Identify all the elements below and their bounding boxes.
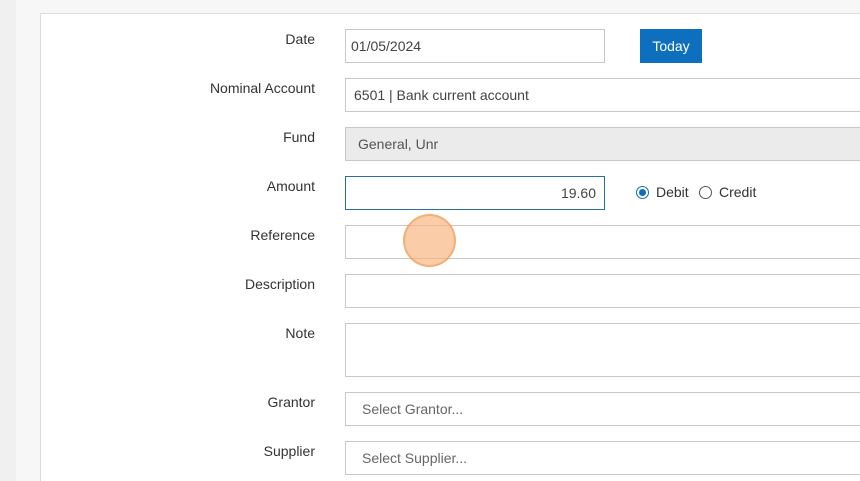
amount-field[interactable]: 19.60 — [345, 176, 605, 210]
debit-radio[interactable] — [636, 185, 649, 199]
credit-option[interactable]: Credit — [699, 184, 756, 200]
grantor-select[interactable]: Select Grantor... — [345, 392, 860, 426]
supplier-select[interactable]: Select Supplier... — [345, 441, 860, 475]
nominal-account-label: Nominal Account — [209, 80, 315, 96]
description-field[interactable] — [345, 274, 860, 308]
credit-label: Credit — [719, 184, 757, 200]
date-field[interactable]: 01/05/2024 — [345, 29, 605, 63]
today-button[interactable]: Today — [640, 29, 702, 63]
reference-label: Reference — [250, 227, 315, 243]
debit-option[interactable]: Debit — [636, 184, 689, 200]
description-label: Description — [244, 276, 315, 292]
supplier-label: Supplier — [263, 443, 315, 459]
date-label: Date — [285, 31, 315, 47]
grantor-label: Grantor — [267, 394, 315, 410]
nominal-account-select[interactable]: 6501 | Bank current account — [345, 78, 860, 112]
debit-label: Debit — [656, 184, 689, 200]
amount-label: Amount — [266, 178, 315, 194]
note-label: Note — [285, 325, 315, 341]
credit-radio[interactable] — [699, 185, 712, 199]
fund-field: General, Unr — [345, 127, 860, 161]
fund-label: Fund — [283, 129, 315, 145]
reference-field[interactable] — [345, 225, 860, 259]
note-textarea[interactable] — [345, 323, 860, 377]
